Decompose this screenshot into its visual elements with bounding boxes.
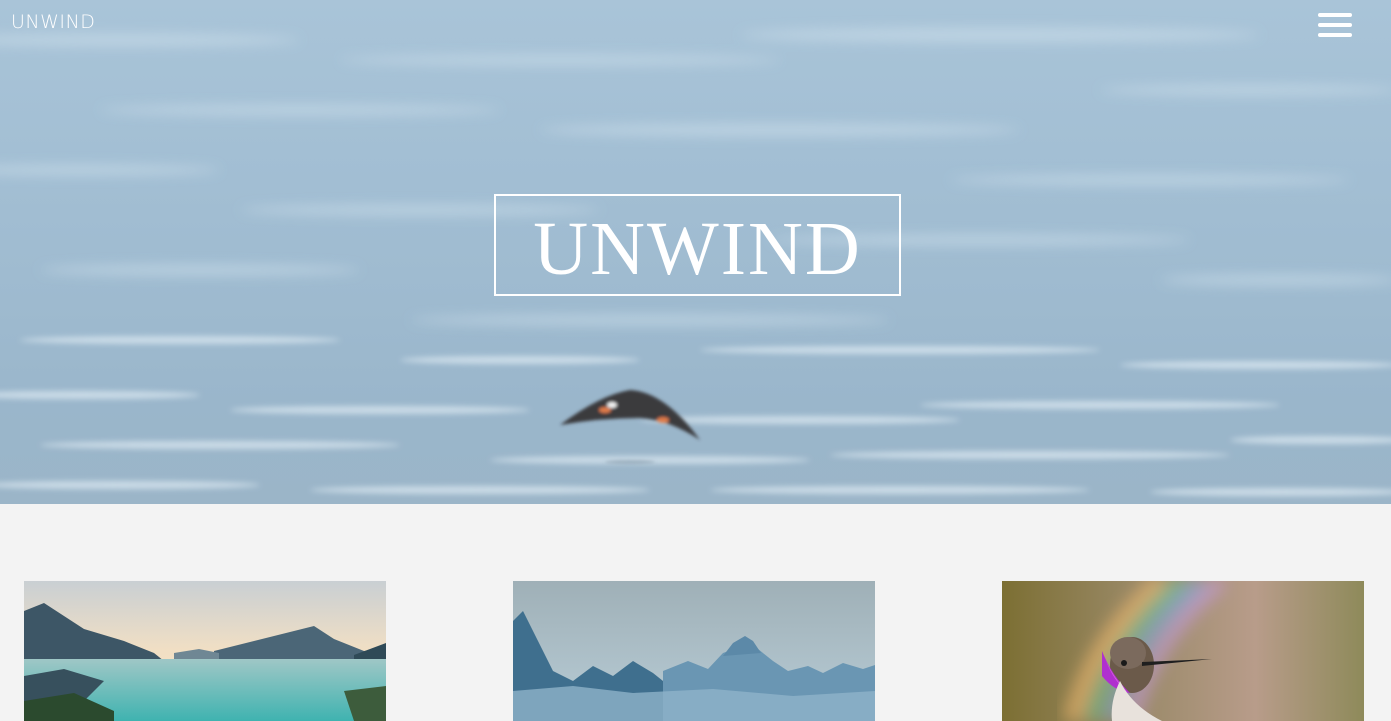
gallery-item-mountain-lake[interactable] <box>24 581 386 721</box>
brand-logo[interactable]: UNWIND <box>11 11 95 33</box>
bird-figure <box>560 390 700 464</box>
hero-banner: UNWIND UNWIND <box>0 0 1391 504</box>
mountain-lake-image <box>24 581 386 721</box>
hero-title-frame: UNWIND <box>494 194 901 296</box>
misty-mountains-image <box>513 581 875 721</box>
hummingbird-image <box>1002 581 1364 721</box>
hamburger-menu-icon[interactable] <box>1318 13 1352 37</box>
gallery-item-misty-mountains[interactable] <box>513 581 875 721</box>
hero-title: UNWIND <box>533 207 862 291</box>
gallery-item-hummingbird[interactable] <box>1002 581 1364 721</box>
